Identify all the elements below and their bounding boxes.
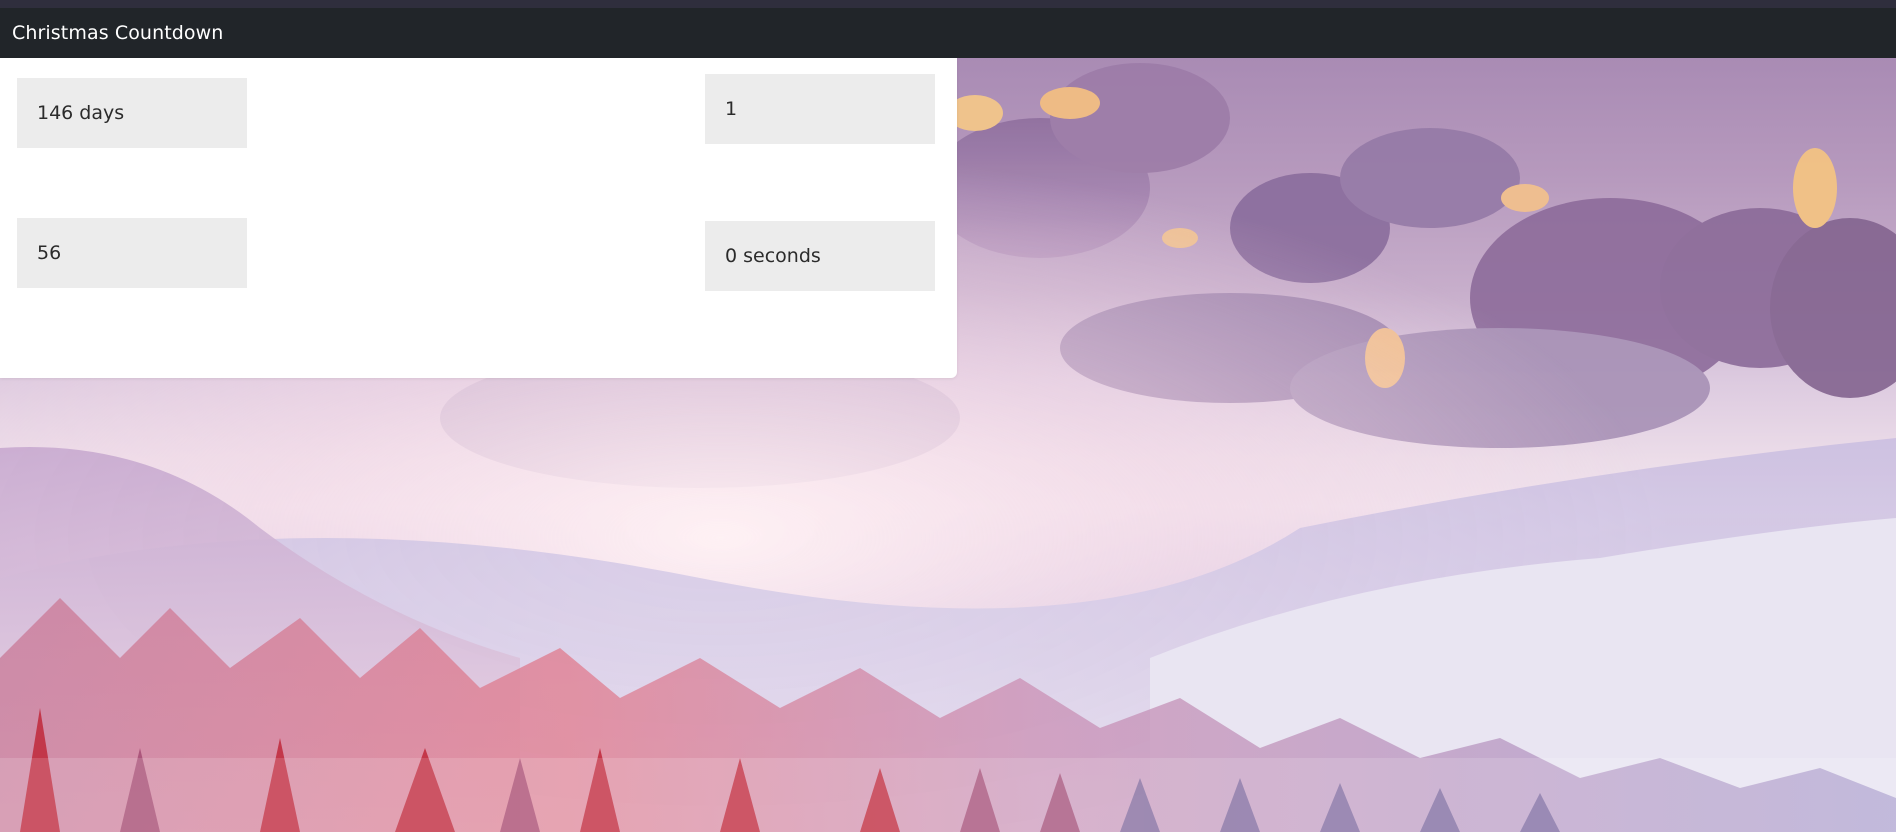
hours-value: 1 (725, 98, 738, 120)
seconds-box: 0 seconds (705, 221, 935, 291)
navbar-brand[interactable]: Christmas Countdown (12, 22, 223, 44)
browser-top-strip (0, 0, 1896, 8)
hours-box: 1 (705, 74, 935, 144)
page: Christmas Countdown 146 days 1 56 0 seco… (0, 0, 1896, 832)
minutes-box: 56 (17, 218, 247, 288)
seconds-value: 0 seconds (725, 245, 821, 267)
days-box: 146 days (17, 78, 247, 148)
countdown-card: 146 days 1 56 0 seconds (0, 58, 957, 378)
minutes-value: 56 (37, 242, 62, 264)
days-value: 146 days (37, 102, 125, 124)
navbar: Christmas Countdown (0, 8, 1896, 58)
